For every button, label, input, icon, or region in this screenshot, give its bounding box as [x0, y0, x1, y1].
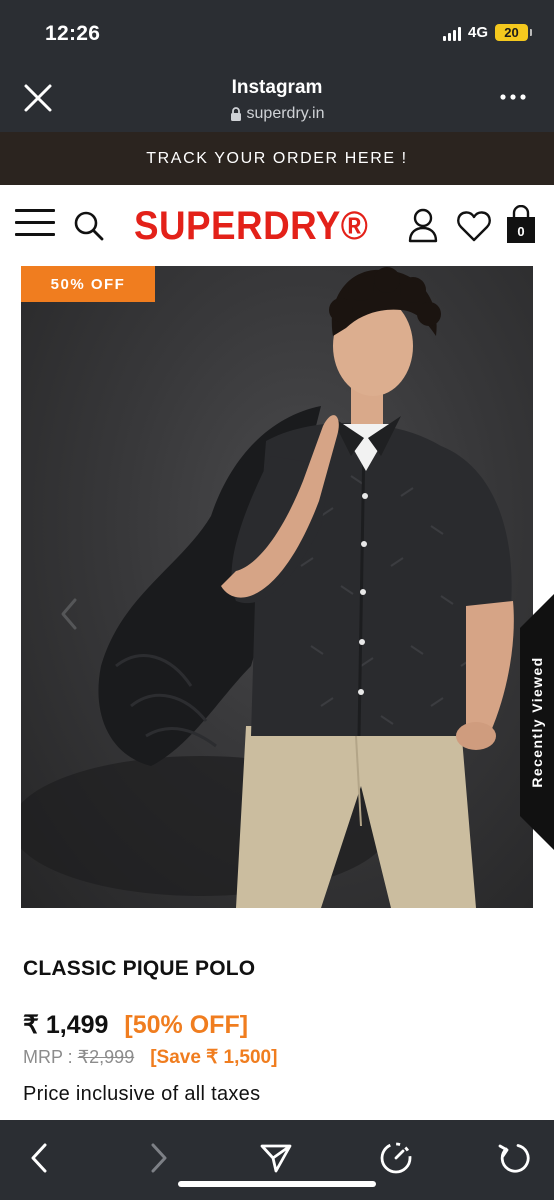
recently-viewed-label: Recently Viewed	[529, 656, 545, 788]
lock-icon	[230, 107, 241, 121]
battery-level: 20	[504, 25, 519, 40]
status-bar: 12:26 4G 20	[0, 0, 554, 62]
product-photo	[21, 267, 514, 908]
search-icon[interactable]	[73, 210, 105, 242]
network-type: 4G	[467, 24, 488, 41]
chevron-right-icon[interactable]	[138, 1138, 178, 1178]
discount-label: [50% OFF]	[124, 1011, 249, 1039]
status-time: 12:26	[45, 22, 101, 45]
savings-label: [Save ₹ 1,500]	[150, 1047, 278, 1068]
bag-count: 0	[517, 224, 524, 239]
product-image[interactable]: 50% OFF	[21, 266, 533, 908]
product-name: CLASSIC PIQUE POLO	[23, 957, 256, 980]
discount-badge: 50% OFF	[21, 266, 155, 302]
shopping-bag-icon[interactable]: 0	[504, 204, 538, 245]
home-indicator[interactable]	[178, 1181, 376, 1187]
browser-url[interactable]: superdry.in	[0, 105, 554, 123]
chevron-left-icon[interactable]	[20, 1138, 60, 1178]
mrp-row: MRP : ₹2,999 [Save ₹ 1,500]	[23, 1046, 277, 1069]
mrp: MRP : ₹2,999	[23, 1047, 134, 1068]
site-header: SUPERDRY® 0	[0, 185, 554, 265]
price-row: ₹ 1,499 [50% OFF]	[23, 1010, 248, 1040]
timer-icon[interactable]	[376, 1138, 416, 1178]
chevron-left-icon[interactable]	[57, 596, 81, 632]
heart-icon[interactable]	[456, 209, 492, 243]
status-indicators: 4G 20	[442, 24, 532, 41]
url-text: superdry.in	[246, 105, 325, 122]
browser-title: Instagram	[231, 77, 323, 98]
user-icon[interactable]	[406, 207, 440, 243]
hamburger-menu-icon[interactable]	[15, 209, 55, 241]
tax-note: Price inclusive of all taxes	[23, 1083, 261, 1105]
recently-viewed-tab[interactable]: Recently Viewed	[520, 594, 554, 850]
browser-toolbar	[0, 1120, 554, 1200]
mrp-label: MRP :	[23, 1047, 73, 1067]
superdry-logo[interactable]: SUPERDRY®	[134, 204, 368, 249]
more-horizontal-icon[interactable]	[498, 89, 528, 105]
reload-icon[interactable]	[494, 1138, 534, 1178]
price: ₹ 1,499	[23, 1011, 109, 1039]
signal-icon	[442, 25, 461, 41]
mrp-value: ₹2,999	[77, 1047, 135, 1067]
browser-header: Instagram superdry.in	[0, 62, 554, 132]
battery-icon: 20	[495, 24, 532, 41]
track-order-banner[interactable]: TRACK YOUR ORDER HERE !	[0, 132, 554, 185]
send-icon[interactable]	[256, 1138, 296, 1178]
